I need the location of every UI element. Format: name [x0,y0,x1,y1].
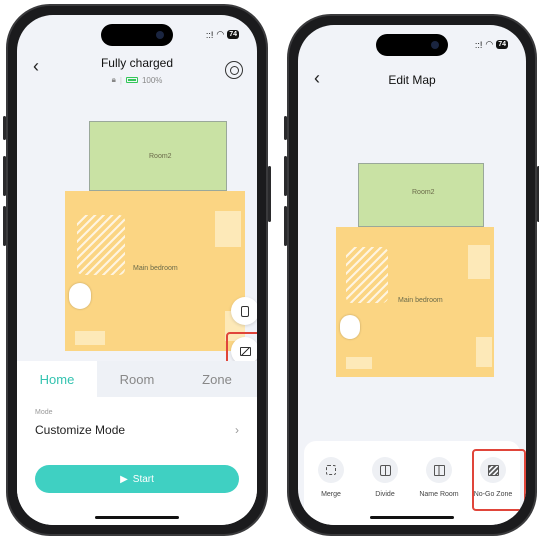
merge-button[interactable]: Merge [308,457,354,498]
name-room-label: Name Room [419,491,459,498]
phone-left: ::! ◠ 74 ‹ Fully charged 🔒︎ | 100% Room2 [3,4,271,536]
tab-room[interactable]: Room [97,361,177,397]
status-bar: ::! ◠ 74 [206,29,239,40]
battery-percent: 100% [141,75,163,85]
name-room-button[interactable]: Name Room [416,457,462,498]
battery-indicator: 74 [227,30,239,39]
screen-left: ::! ◠ 74 ‹ Fully charged 🔒︎ | 100% Room2 [17,15,257,525]
page-title: Fully charged [100,56,174,70]
tab-home[interactable]: Home [17,361,97,397]
wifi-icon: ◠ [216,29,225,39]
charge-status: 🔒︎ | 100% [111,75,163,85]
dynamic-island [101,24,173,46]
tab-zone[interactable]: Zone [177,361,257,397]
battery-icon [125,77,138,83]
merge-icon [318,457,344,483]
robot-dock-icon [340,315,360,339]
no-go-zone [77,215,125,275]
wifi-icon: ◠ [485,39,494,49]
start-label: Start [132,473,154,485]
signal-icon: ::! [205,29,214,40]
mode-selector[interactable]: Customize Mode [35,423,125,437]
no-go-zone [346,247,388,303]
room-label: Room2 [149,153,172,160]
home-indicator [370,516,454,519]
robot-dock-icon [69,283,91,309]
floor-map[interactable]: Room2 Main bedroom [332,155,504,385]
chevron-right-icon[interactable]: › [235,423,239,437]
mode-tabs: Home Room Zone [17,361,257,397]
divide-label: Divide [375,491,395,498]
battery-indicator: 74 [496,40,508,49]
lock-icon: 🔒︎ [111,75,116,84]
merge-label: Merge [321,491,341,498]
name-room-icon [426,457,452,483]
comparison-stage: ::! ◠ 74 ‹ Fully charged 🔒︎ | 100% Room2 [0,0,539,540]
home-indicator [95,516,179,519]
room-label: Main bedroom [133,265,178,272]
edit-toolbar: Merge Divide Name Room No-Go Zone [304,441,526,525]
control-panel: Home Room Zone Mode Customize Mode › ▶ S… [17,361,257,525]
status-bar: ::! ◠ 74 [475,39,508,50]
room-label: Room2 [412,189,435,196]
room-label: Main bedroom [398,297,443,304]
floor-map[interactable]: Room2 Main bedroom [61,115,257,355]
mode-label: Mode [35,409,53,416]
divide-icon [372,457,398,483]
vacuum-icon[interactable] [231,297,257,325]
play-icon: ▶ [120,473,128,485]
highlight-box [472,449,526,511]
settings-icon[interactable] [225,61,243,79]
start-button[interactable]: ▶ Start [35,465,239,493]
divide-button[interactable]: Divide [362,457,408,498]
signal-icon: ::! [474,39,483,50]
phone-right: ::! ◠ 74 ‹ Edit Map Room2 Main bedroom M… [284,14,539,536]
screen-right: ::! ◠ 74 ‹ Edit Map Room2 Main bedroom M… [298,25,526,525]
page-title: Edit Map [388,73,436,87]
dynamic-island [376,34,448,56]
